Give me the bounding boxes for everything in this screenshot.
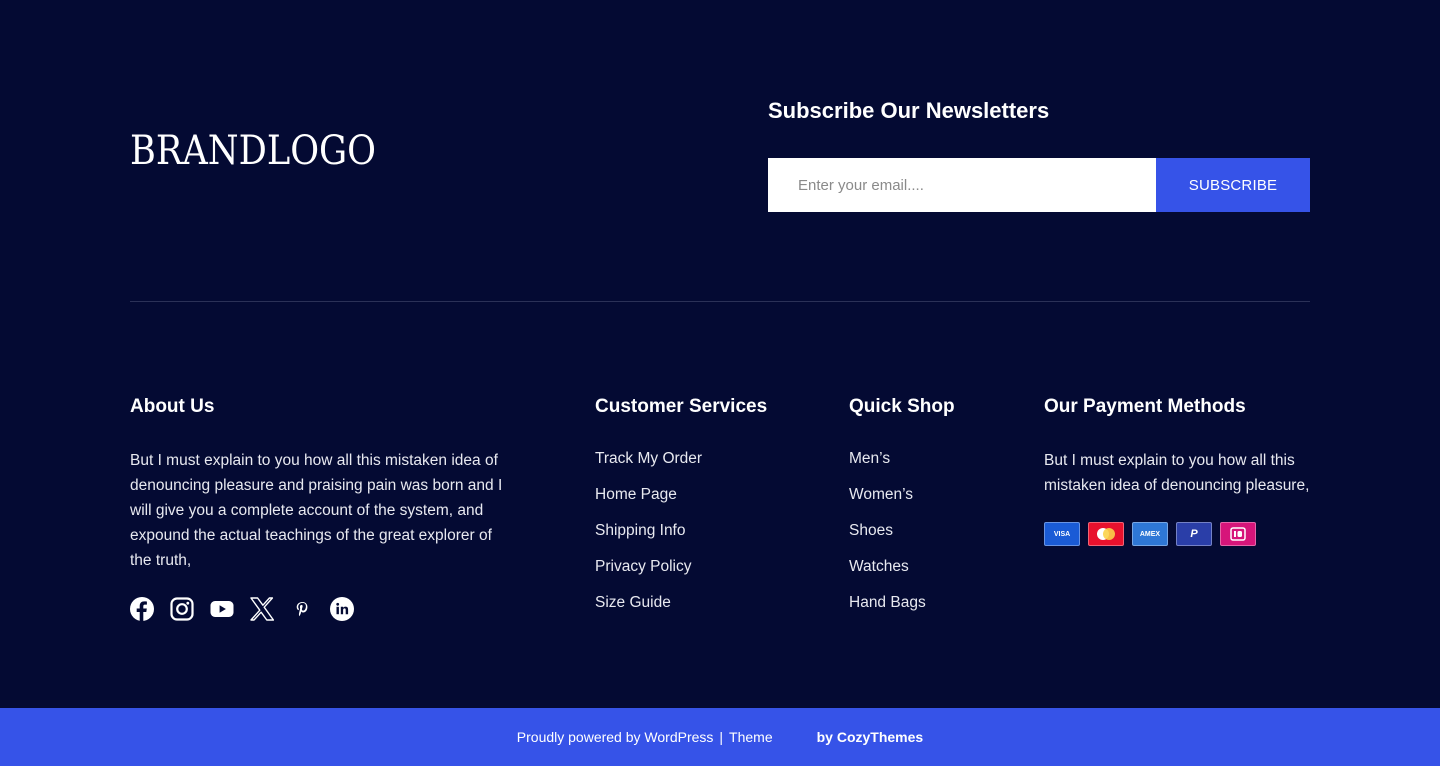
link-privacy-policy[interactable]: Privacy Policy bbox=[595, 557, 815, 577]
link-home-page[interactable]: Home Page bbox=[595, 485, 815, 505]
link-hand-bags[interactable]: Hand Bags bbox=[849, 593, 1019, 613]
services-title: Customer Services bbox=[595, 396, 768, 417]
brand-logo[interactable]: BRANDLOGO bbox=[130, 128, 376, 174]
newsletter-title: Subscribe Our Newsletters bbox=[768, 98, 1050, 123]
about-text: But I must explain to you how all this m… bbox=[130, 452, 503, 569]
divider bbox=[130, 301, 1310, 302]
services-links: Track My Order Home Page Shipping Info P… bbox=[595, 449, 815, 613]
cozythemes-link[interactable]: by CozyThemes bbox=[817, 729, 924, 745]
link-track-my-order[interactable]: Track My Order bbox=[595, 449, 815, 469]
pinterest-icon[interactable] bbox=[290, 597, 314, 621]
footer-bar: Proudly powered by WordPress | Theme by … bbox=[0, 708, 1440, 766]
link-shipping-info[interactable]: Shipping Info bbox=[595, 521, 815, 541]
facebook-icon[interactable] bbox=[130, 597, 154, 621]
youtube-icon[interactable] bbox=[210, 597, 234, 621]
payment-column: Our Payment Methods But I must explain t… bbox=[1044, 394, 1310, 546]
powered-by-link[interactable]: Proudly powered by WordPress bbox=[517, 729, 714, 745]
shop-title: Quick Shop bbox=[849, 396, 955, 417]
social-links bbox=[130, 597, 510, 621]
about-column: About Us But I must explain to you how a… bbox=[130, 394, 510, 621]
ideal-card-icon bbox=[1220, 522, 1256, 546]
subscribe-button[interactable]: SUBSCRIBE bbox=[1156, 158, 1310, 212]
shop-column: Quick Shop Men’s Women’s Shoes Watches H… bbox=[849, 394, 1019, 629]
about-title: About Us bbox=[130, 396, 215, 417]
footer-theme-label: Theme bbox=[729, 729, 773, 745]
link-womens[interactable]: Women’s bbox=[849, 485, 1019, 505]
paypal-card-icon: P bbox=[1176, 522, 1212, 546]
amex-card-icon: AMEX bbox=[1132, 522, 1168, 546]
link-mens[interactable]: Men’s bbox=[849, 449, 1019, 469]
mastercard-card-icon bbox=[1088, 522, 1124, 546]
link-watches[interactable]: Watches bbox=[849, 557, 1019, 577]
footer-separator: | bbox=[719, 729, 724, 745]
link-size-guide[interactable]: Size Guide bbox=[595, 593, 815, 613]
services-column: Customer Services Track My Order Home Pa… bbox=[595, 394, 815, 629]
visa-card-icon: VISA bbox=[1044, 522, 1080, 546]
x-icon[interactable] bbox=[250, 597, 274, 621]
email-input[interactable] bbox=[768, 158, 1156, 212]
newsletter-form: SUBSCRIBE bbox=[768, 158, 1310, 212]
instagram-icon[interactable] bbox=[170, 597, 194, 621]
payment-title: Our Payment Methods bbox=[1044, 396, 1246, 417]
shop-links: Men’s Women’s Shoes Watches Hand Bags bbox=[849, 449, 1019, 613]
payment-cards: VISA AMEX P bbox=[1044, 522, 1310, 546]
link-shoes[interactable]: Shoes bbox=[849, 521, 1019, 541]
payment-text: But I must explain to you how all this m… bbox=[1044, 452, 1310, 494]
linkedin-icon[interactable] bbox=[330, 597, 354, 621]
